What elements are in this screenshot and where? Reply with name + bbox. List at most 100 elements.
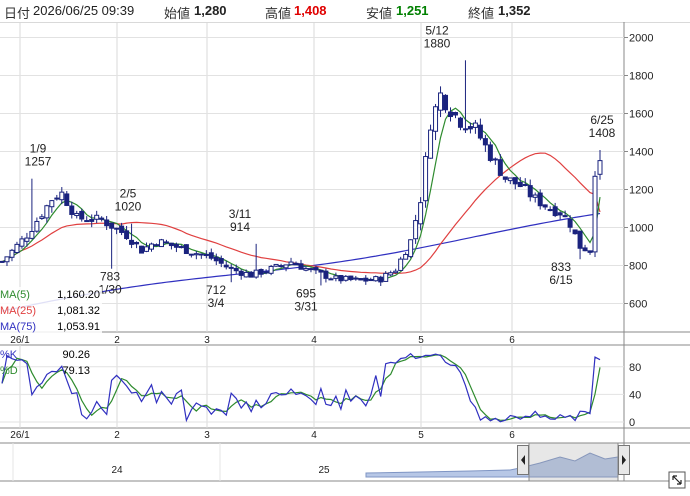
month-tick-label: 2	[114, 335, 120, 346]
month-tick-label: 26/1	[10, 430, 30, 441]
stoch-d-line	[1, 354, 601, 421]
candle-body	[303, 268, 309, 271]
month-tick-label: 5	[418, 335, 424, 346]
annotation-price: 1880	[424, 36, 451, 50]
candle-body	[178, 246, 184, 249]
annotation-date: 6/25	[590, 113, 614, 127]
annotation-date: 6/15	[549, 273, 573, 287]
annotation-price: 695	[296, 286, 316, 300]
candle-body	[288, 261, 294, 266]
candle-body	[4, 256, 10, 263]
price-tick-label: 800	[629, 261, 647, 273]
month-tick-label: 3	[204, 430, 210, 441]
price-tick-label: 1800	[629, 71, 653, 83]
arrow-right-icon	[622, 455, 626, 465]
candle-body	[527, 185, 533, 198]
candle-body	[542, 204, 548, 208]
candle-body	[69, 205, 75, 215]
candle-body	[507, 177, 513, 182]
low-label: 安値	[366, 6, 393, 21]
candle-body	[328, 278, 334, 281]
price-tick-label: 1600	[629, 109, 653, 121]
candle-body	[94, 214, 100, 220]
candle-body	[428, 129, 434, 159]
candle-body	[263, 271, 269, 274]
annotation-date: 3/11	[229, 207, 252, 221]
candle-body	[443, 94, 449, 111]
candle-body	[293, 262, 299, 266]
candle-body	[318, 269, 324, 273]
candle-body	[119, 225, 125, 233]
close-value: 1,352	[498, 3, 531, 18]
candle-body	[213, 256, 219, 262]
price-tick-label: 1200	[629, 185, 653, 197]
candle-body	[44, 205, 50, 219]
scroll-right-button[interactable]	[618, 445, 630, 475]
candle-body	[84, 220, 90, 223]
candle-body	[378, 276, 384, 283]
stoch-tick-label: 80	[629, 362, 641, 374]
candle-body	[338, 275, 344, 282]
ma5-line	[1, 107, 601, 281]
candle-body	[547, 209, 553, 212]
annotation-date: 1/9	[30, 142, 47, 156]
candle-body	[512, 177, 518, 185]
candle-body	[408, 239, 414, 258]
candle-body	[393, 270, 399, 274]
candle-body	[348, 275, 354, 281]
annotation-price: 833	[551, 260, 571, 274]
k-label: %K	[0, 349, 18, 361]
candle-body	[487, 144, 493, 161]
candle-body	[413, 220, 419, 240]
candle-body	[562, 215, 568, 218]
stoch-tick-label: 0	[629, 417, 635, 429]
candle-body	[502, 176, 508, 180]
candle-body	[452, 112, 458, 116]
candle-body	[283, 264, 289, 269]
candle-body	[418, 202, 424, 225]
candle-body	[438, 92, 444, 111]
quote-header: 日付 2026/06/25 09:39 始値 1,280 高値 1,408 安値…	[0, 0, 690, 23]
candle-body	[144, 246, 150, 252]
candle-body	[183, 244, 189, 255]
candle-body	[34, 220, 40, 232]
candle-body	[39, 216, 45, 219]
candle-body	[363, 277, 369, 282]
candle-body	[433, 106, 439, 132]
candle-body	[109, 222, 115, 229]
candle-body	[218, 258, 224, 264]
month-tick-label: 5	[418, 430, 424, 441]
candle-body	[278, 265, 284, 268]
candle-body	[368, 279, 374, 282]
month-tick-label: 4	[311, 335, 317, 346]
candle-body	[9, 249, 15, 258]
high-value: 1,408	[294, 3, 327, 18]
candle-body	[323, 270, 329, 279]
candle-body	[423, 156, 429, 202]
candle-body	[139, 245, 145, 254]
scroll-left-button[interactable]	[517, 445, 529, 475]
candle-body	[228, 266, 234, 269]
candle-body	[258, 268, 264, 275]
candle-body	[517, 181, 523, 188]
candle-body	[19, 238, 25, 247]
candle-body	[158, 239, 164, 248]
annotation-date: 3/31	[294, 299, 318, 313]
candle-body	[49, 200, 55, 208]
navigator-label: 25	[318, 465, 330, 476]
candle-body	[353, 277, 359, 280]
ma5-value: 1,160.20	[57, 289, 100, 301]
month-tick-label: 4	[311, 430, 317, 441]
candle-body	[343, 275, 349, 281]
date-label: 日付	[4, 6, 31, 21]
price-chart[interactable]: 1/91257 2/51020 3/11914 5/121880 6/251408 783…	[0, 22, 690, 493]
candle-body	[482, 138, 488, 146]
resize-icon[interactable]	[668, 471, 688, 491]
annotation-date: 2/5	[120, 187, 137, 201]
candle-body	[203, 254, 209, 257]
stoch-legend: %K 90.26 %D 79.13	[0, 347, 90, 379]
candle-body	[557, 212, 563, 216]
candle-body	[129, 239, 135, 245]
candle-body	[582, 247, 588, 252]
price-tick-label: 1400	[629, 147, 653, 159]
